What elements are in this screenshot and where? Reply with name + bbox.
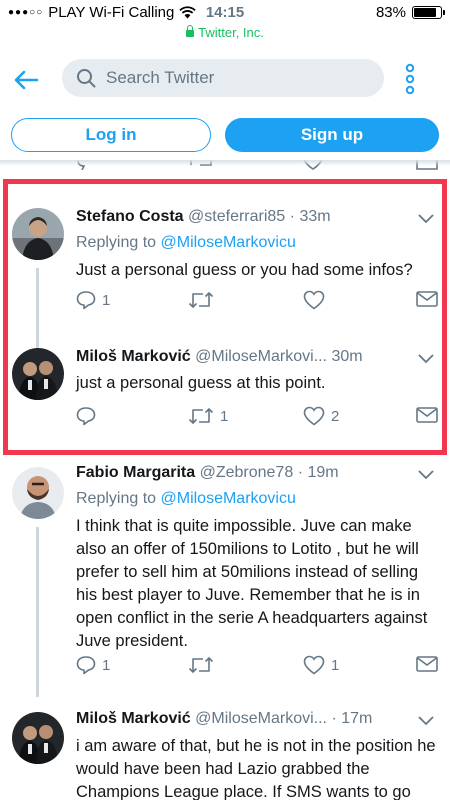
tweet-text: Just a personal guess or you had some in…	[76, 261, 413, 279]
reply-to-mention[interactable]: @MiloseMarkovicu	[161, 234, 296, 251]
author-handle[interactable]: @MiloseMarkovi...	[195, 710, 327, 727]
author-name[interactable]: Stefano Costa	[76, 208, 184, 225]
author-handle[interactable]: @Zebrone78	[200, 464, 294, 481]
url-label: Twitter, Inc.	[198, 25, 264, 40]
app-header: Log in Sign up	[0, 50, 450, 160]
reply-action[interactable]: 1	[76, 290, 110, 310]
reply-icon	[76, 291, 96, 310]
lock-icon	[186, 25, 195, 37]
like-action[interactable]	[303, 290, 331, 310]
battery-percent: 83%	[375, 4, 406, 21]
tweet-text: just a personal guess at this point.	[76, 374, 326, 392]
heart-icon	[303, 290, 325, 310]
avatar[interactable]	[12, 208, 64, 260]
direct-message-action[interactable]	[416, 655, 438, 673]
tweet-actions: 1 2	[76, 406, 440, 428]
direct-message-action[interactable]	[416, 406, 438, 424]
reply-icon	[76, 407, 96, 426]
back-arrow-icon[interactable]	[12, 66, 40, 94]
status-bar: ●●●○○ PLAY Wi-Fi Calling 14:15 83%	[0, 0, 450, 24]
retweet-icon	[188, 408, 214, 424]
separator-dot: ·	[289, 208, 295, 225]
tweet[interactable]: Miloš Marković @MiloseMarkovi... · 17m i…	[0, 700, 450, 800]
like-action[interactable]: 2	[303, 406, 339, 426]
retweet-action[interactable]	[188, 290, 220, 310]
envelope-icon	[416, 407, 438, 423]
chevron-down-icon[interactable]	[418, 716, 434, 726]
author-name[interactable]: Miloš Marković	[76, 710, 191, 727]
url-bar[interactable]: Twitter, Inc.	[0, 25, 450, 40]
like-action[interactable]: 1	[303, 655, 339, 675]
tweet-header: Miloš Marković @MiloseMarkovi... · 17m	[76, 710, 372, 728]
more-options-icon[interactable]	[402, 63, 418, 95]
thread-line	[36, 527, 39, 697]
tweet-text: I think that is quite impossible. Juve c…	[76, 517, 428, 650]
tweet-header: Fabio Margarita @Zebrone78 · 19m	[76, 464, 339, 482]
author-name[interactable]: Fabio Margarita	[76, 464, 195, 481]
tweet-text: i am aware of that, but he is not in the…	[76, 737, 436, 800]
separator-dot: ·	[331, 710, 337, 727]
replying-to: Replying to @MiloseMarkovicu	[76, 490, 296, 508]
tweet-time[interactable]: 30m	[331, 348, 362, 365]
avatar[interactable]	[12, 712, 64, 764]
tweet-time[interactable]: 17m	[341, 710, 372, 727]
tweet-header: Stefano Costa @steferrari85 · 33m	[76, 208, 331, 226]
author-handle[interactable]: @MiloseMarkovi...	[195, 348, 327, 365]
reply-count: 1	[102, 656, 111, 674]
search-icon	[77, 69, 96, 88]
tweet-time[interactable]: 19m	[307, 464, 338, 481]
tweet-actions: 1 1	[76, 655, 440, 677]
author-handle[interactable]: @steferrari85	[188, 208, 285, 225]
battery-icon	[412, 6, 445, 19]
chevron-down-icon[interactable]	[418, 354, 434, 364]
heart-icon	[303, 406, 325, 426]
reply-action[interactable]: 1	[76, 655, 110, 675]
tweet-actions: 1	[76, 290, 440, 312]
search-input[interactable]	[106, 59, 376, 97]
avatar[interactable]	[12, 348, 64, 400]
like-count: 2	[331, 407, 340, 425]
search-bar[interactable]	[62, 59, 384, 97]
tweet[interactable]: Stefano Costa @steferrari85 · 33m Replyi…	[0, 190, 450, 356]
tweet[interactable]: Miloš Marković @MiloseMarkovi... 30m jus…	[0, 330, 450, 455]
tweet[interactable]: Fabio Margarita @Zebrone78 · 19m Replyin…	[0, 462, 450, 697]
chevron-down-icon[interactable]	[418, 470, 434, 480]
reply-action[interactable]	[76, 406, 102, 426]
tweet-time[interactable]: 33m	[299, 208, 330, 225]
chevron-down-icon[interactable]	[418, 214, 434, 224]
retweet-action[interactable]	[188, 655, 220, 675]
retweet-action[interactable]: 1	[188, 406, 228, 426]
replying-to: Replying to @MiloseMarkovicu	[76, 234, 296, 252]
avatar[interactable]	[12, 467, 64, 519]
envelope-icon	[416, 291, 438, 307]
signup-button[interactable]: Sign up	[225, 118, 439, 152]
replying-to-label: Replying to	[76, 234, 157, 251]
header-divider	[0, 160, 450, 166]
heart-icon	[303, 655, 325, 675]
reply-count: 1	[102, 291, 111, 309]
retweet-icon	[188, 657, 214, 673]
like-count: 1	[331, 656, 340, 674]
reply-to-mention[interactable]: @MiloseMarkovicu	[161, 490, 296, 507]
separator-dot: ·	[297, 464, 304, 481]
retweet-icon	[188, 292, 214, 308]
login-button[interactable]: Log in	[11, 118, 211, 152]
replying-to-label: Replying to	[76, 490, 157, 507]
author-name[interactable]: Miloš Marković	[76, 348, 191, 365]
tweet-header: Miloš Marković @MiloseMarkovi... 30m	[76, 348, 363, 366]
retweet-count: 1	[220, 407, 229, 425]
reply-icon	[76, 656, 96, 675]
envelope-icon	[416, 656, 438, 672]
direct-message-action[interactable]	[416, 290, 438, 308]
